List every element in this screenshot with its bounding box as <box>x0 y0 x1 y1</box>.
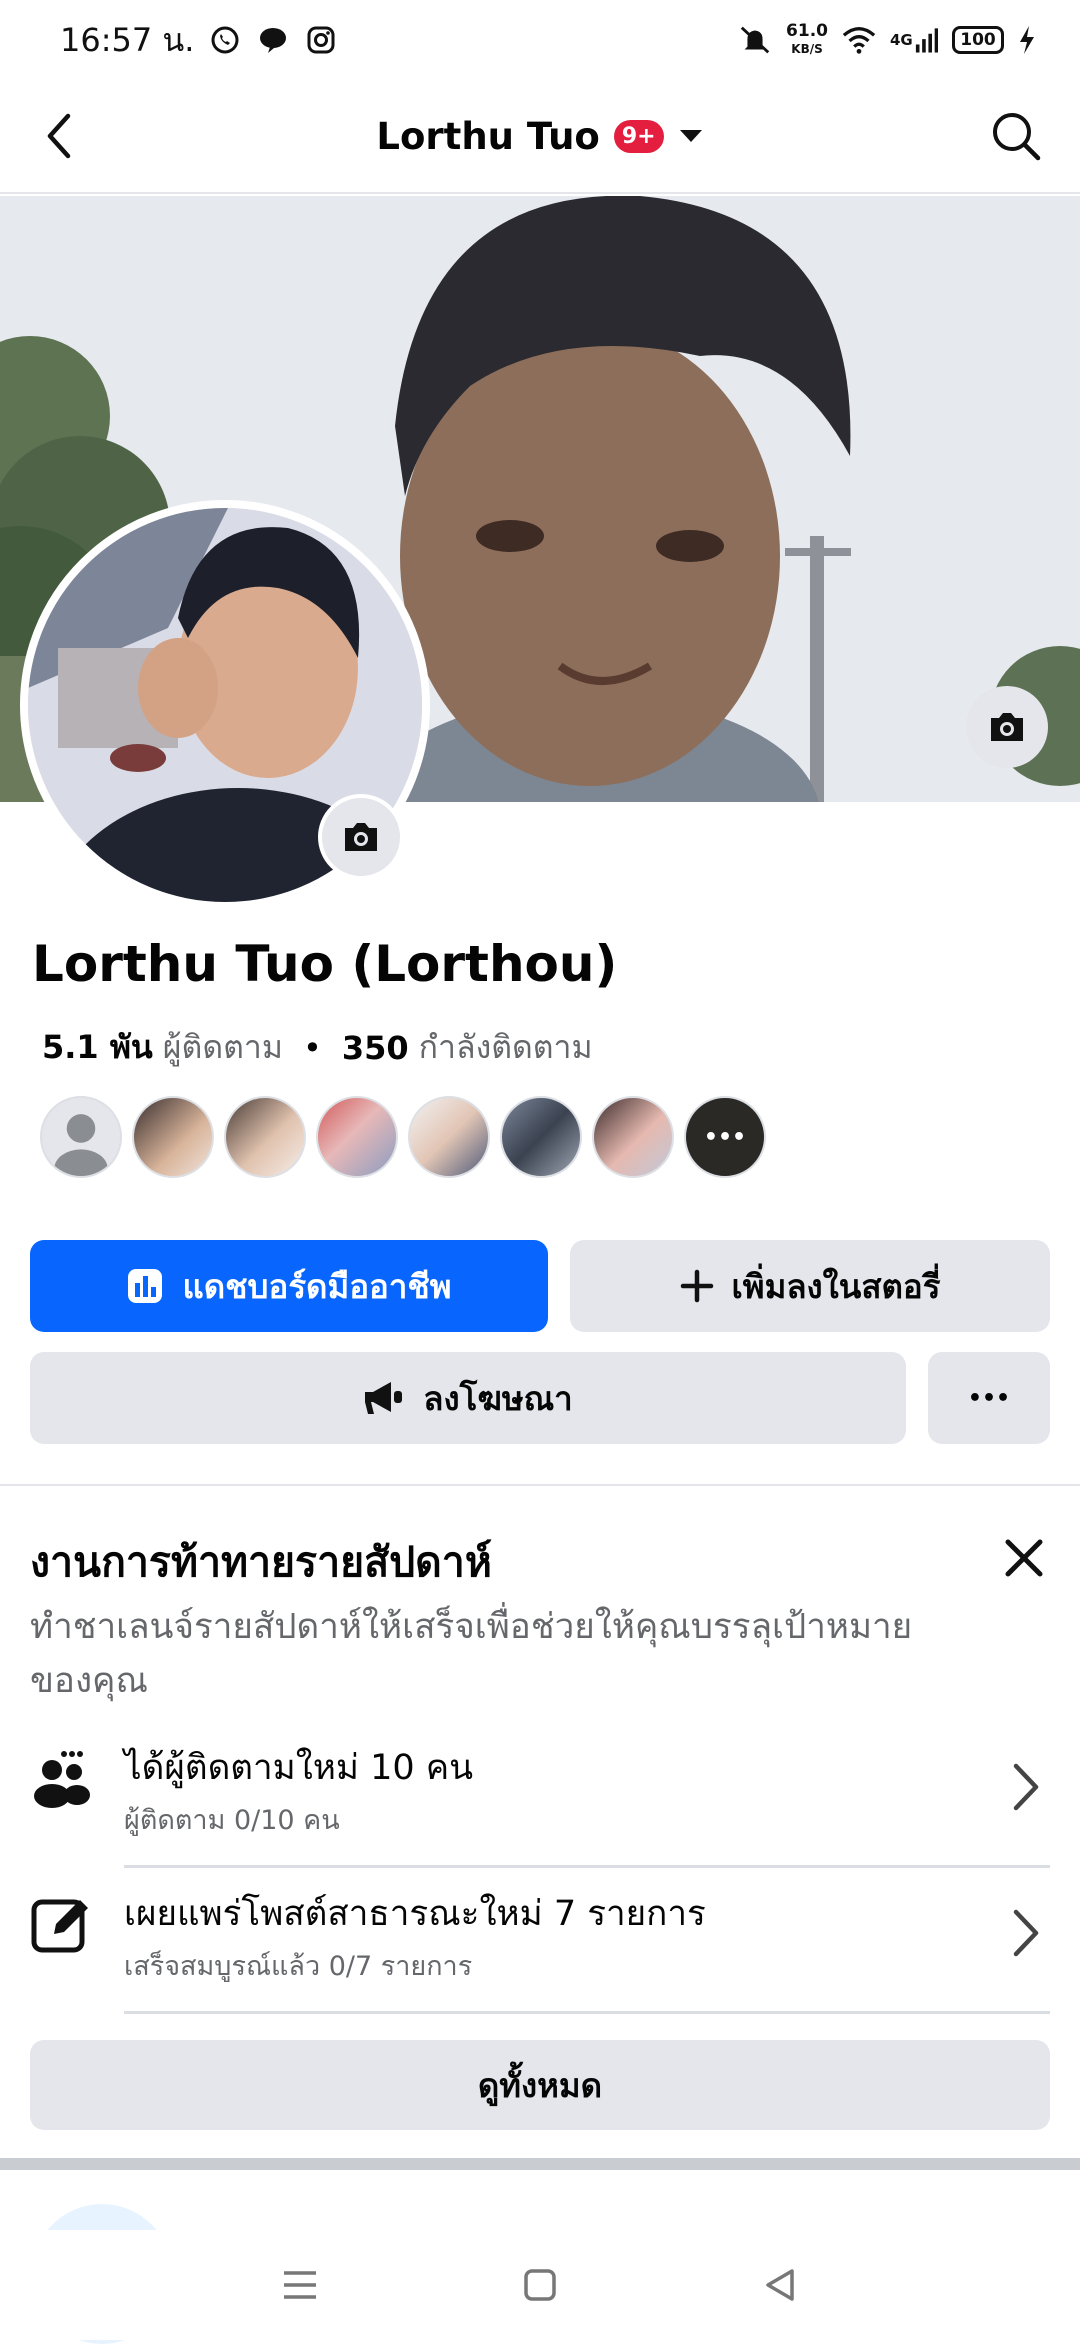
follower-avatar[interactable] <box>592 1096 674 1178</box>
professional-dashboard-label: แดชบอร์ดมืออาชีพ <box>182 1266 452 1306</box>
instagram-icon <box>304 23 338 57</box>
stats-separator: • <box>302 1028 322 1067</box>
more-options-button[interactable]: ••• <box>928 1352 1050 1444</box>
challenge-task-row[interactable]: เผยแพร่โพสต์สาธารณะใหม่ 7 รายการ เสร็จสม… <box>0 1868 1080 2014</box>
more-dots-icon: ••• <box>703 1124 747 1150</box>
network-speed-unit: KB/S <box>791 41 823 56</box>
profile-switcher[interactable]: Lorthu Tuo 9+ <box>376 115 703 158</box>
challenge-task-row[interactable]: ได้ผู้ติดตามใหม่ 10 คน ผู้ติดตาม 0/10 คน <box>0 1722 1080 1868</box>
advertise-button[interactable]: ลงโฆษณา <box>30 1352 906 1444</box>
back-arrow-icon <box>47 113 71 159</box>
status-right: 61.0 KB/S 4G 100 <box>738 20 1036 58</box>
follower-avatar[interactable] <box>40 1096 122 1178</box>
network-speed-value: 61.0 <box>786 20 828 41</box>
see-all-label: ดูทั้งหมด <box>477 2065 603 2105</box>
whatsapp-icon <box>208 23 242 57</box>
back-triangle-icon <box>766 2269 794 2301</box>
search-icon <box>993 113 1041 161</box>
profile-name: Lorthu Tuo (Lorthou) <box>32 935 618 993</box>
network-type: 4G <box>890 31 913 49</box>
mute-icon <box>738 23 772 57</box>
line-icon <box>256 23 290 57</box>
task-progress: เสร็จสมบูรณ์แล้ว 0/7 รายการ <box>124 1951 473 1982</box>
followers-count[interactable]: 5.1 พัน <box>42 1022 153 1073</box>
recent-apps-button[interactable] <box>270 2255 330 2315</box>
advertise-label: ลงโฆษณา <box>423 1378 573 1418</box>
charging-icon <box>1018 23 1036 57</box>
section-divider-thick <box>0 2158 1080 2170</box>
camera-icon <box>991 713 1023 741</box>
follower-avatar[interactable] <box>500 1096 582 1178</box>
home-button[interactable] <box>510 2255 570 2315</box>
caret-down-icon <box>679 130 702 142</box>
profile-picture-camera-button[interactable] <box>318 794 404 880</box>
top-nav-bar: Lorthu Tuo 9+ <box>0 80 1080 194</box>
followers-label[interactable]: ผู้ติดตาม <box>163 1022 283 1073</box>
professional-dashboard-button[interactable]: แดชบอร์ดมืออาชีพ <box>30 1240 548 1332</box>
network-speed: 61.0 KB/S <box>786 20 828 58</box>
close-icon <box>1005 1539 1043 1577</box>
system-back-button[interactable] <box>750 2255 810 2315</box>
follower-avatar[interactable] <box>224 1096 306 1178</box>
follower-avatar[interactable] <box>408 1096 490 1178</box>
megaphone-icon <box>365 1382 403 1414</box>
back-button[interactable] <box>38 110 86 162</box>
plus-icon <box>680 1269 713 1303</box>
cover-photo-camera-button[interactable] <box>966 686 1048 768</box>
see-all-button[interactable]: ดูทั้งหมด <box>30 2040 1050 2130</box>
follower-avatar[interactable] <box>316 1096 398 1178</box>
home-square-icon <box>524 2269 556 2301</box>
task-progress: ผู้ติดตาม 0/10 คน <box>124 1805 340 1836</box>
camera-icon <box>345 823 377 851</box>
default-avatar-icon <box>54 1114 108 1176</box>
follow-stats: 5.1 พัน ผู้ติดตาม • 350 กำลังติดตาม <box>42 1022 593 1073</box>
wifi-icon <box>842 23 876 57</box>
add-to-story-button[interactable]: เพิ่มลงในสตอรี่ <box>570 1240 1050 1332</box>
status-time: 16:57 น. <box>60 20 195 59</box>
challenge-title: งานการท้าทายรายสัปดาห์ <box>30 1538 492 1586</box>
edit-icon <box>30 1894 92 1956</box>
status-bar: 16:57 น. 61.0 KB/S 4G 100 <box>0 0 1080 80</box>
system-nav-bar <box>0 2230 1080 2340</box>
page-title: Lorthu Tuo <box>376 114 600 158</box>
chevron-right-icon <box>1010 1908 1040 1958</box>
menu-icon <box>284 2271 316 2299</box>
search-button[interactable] <box>990 110 1042 162</box>
task-title: เผยแพร่โพสต์สาธารณะใหม่ 7 รายการ <box>124 1894 706 1934</box>
dashboard-icon <box>128 1269 163 1303</box>
task-title: ได้ผู้ติดตามใหม่ 10 คน <box>124 1748 474 1788</box>
challenge-description: ทำชาเลนจ์รายสัปดาห์ให้เสร็จเพื่อช่วยให้ค… <box>30 1607 913 1701</box>
following-label[interactable]: กำลังติดตาม <box>419 1022 593 1073</box>
follower-avatar[interactable] <box>132 1096 214 1178</box>
task-divider <box>124 2011 1050 2014</box>
close-challenge-button[interactable] <box>1000 1534 1048 1582</box>
following-count[interactable]: 350 <box>342 1029 409 1067</box>
status-left: 16:57 น. <box>60 15 338 66</box>
people-icon <box>30 1748 92 1810</box>
followers-avatars-row: ••• <box>40 1096 766 1178</box>
signal-icon: 4G <box>890 23 938 57</box>
section-divider <box>0 1484 1080 1486</box>
chevron-right-icon <box>1010 1762 1040 1812</box>
more-options-icon: ••• <box>967 1385 1011 1411</box>
add-to-story-label: เพิ่มลงในสตอรี่ <box>731 1266 941 1306</box>
notification-badge: 9+ <box>613 119 664 153</box>
more-followers-button[interactable]: ••• <box>684 1096 766 1178</box>
battery-indicator: 100 <box>952 26 1004 54</box>
